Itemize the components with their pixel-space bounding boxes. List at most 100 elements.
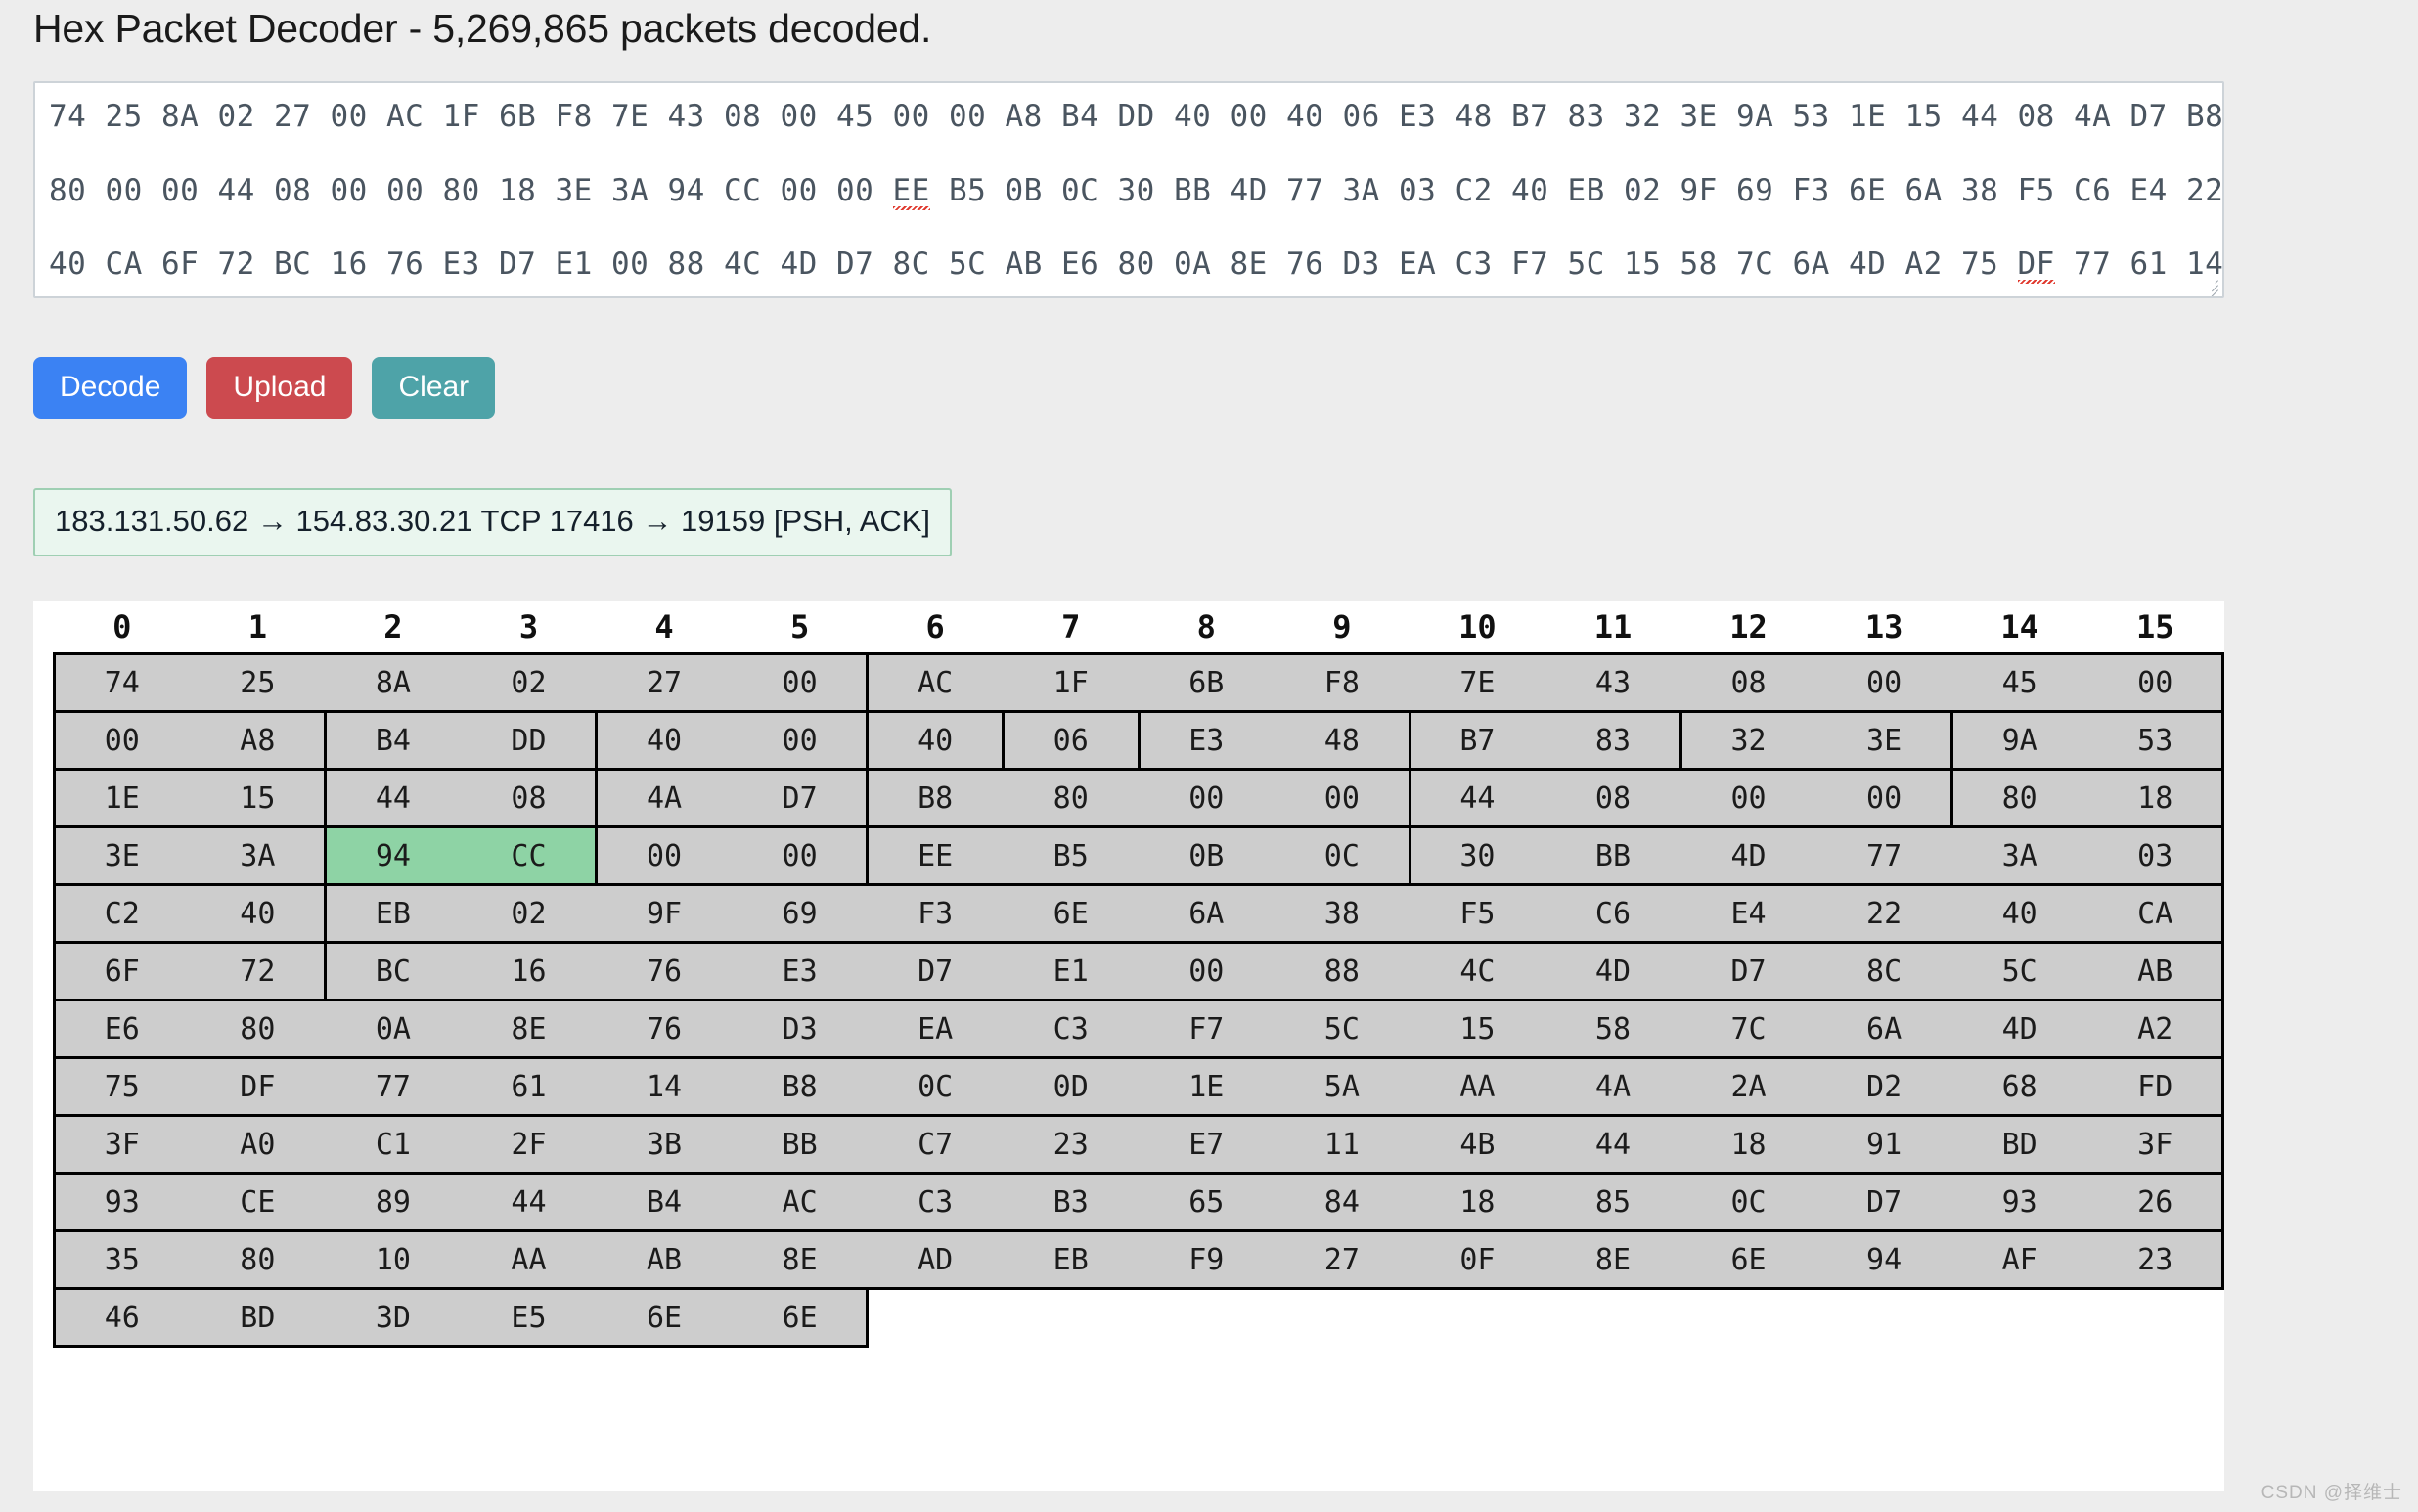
hex-cell[interactable]: B7 xyxy=(1408,711,1545,771)
hex-cell[interactable]: 44 xyxy=(1545,1115,1681,1175)
hex-cell[interactable]: 02 xyxy=(461,884,597,944)
hex-cell[interactable]: 4D xyxy=(1680,826,1816,886)
hex-cell[interactable]: 9A xyxy=(1949,711,2087,771)
hex-cell[interactable]: 5C xyxy=(1951,942,2087,1001)
hex-cell[interactable]: 7E xyxy=(1410,652,1545,713)
hex-cell[interactable]: B4 xyxy=(596,1173,733,1232)
hex-cell[interactable]: 02 xyxy=(461,652,597,713)
hex-cell[interactable]: 48 xyxy=(1274,711,1411,771)
hex-cell[interactable]: 74 xyxy=(53,652,191,713)
hex-cell[interactable]: C7 xyxy=(867,1115,1004,1175)
textarea-resize-handle[interactable] xyxy=(2199,273,2220,296)
hex-cell[interactable]: 8A xyxy=(325,652,462,713)
hex-cell[interactable]: 00 xyxy=(595,826,733,886)
hex-cell[interactable]: 18 xyxy=(1680,1115,1816,1175)
hex-cell[interactable]: B8 xyxy=(866,769,1004,828)
hex-cell[interactable]: 76 xyxy=(596,942,733,1001)
hex-cell[interactable]: FD xyxy=(2086,1057,2224,1117)
hex-cell[interactable]: AA xyxy=(461,1230,597,1290)
hex-cell[interactable]: C2 xyxy=(53,884,191,944)
hex-cell[interactable]: 3E xyxy=(53,826,191,886)
hex-cell[interactable]: 65 xyxy=(1139,1173,1275,1232)
hex-cell[interactable]: 85 xyxy=(1545,1173,1681,1232)
hex-cell[interactable]: 0F xyxy=(1410,1230,1545,1290)
hex-cell[interactable]: AB xyxy=(2086,942,2224,1001)
hex-cell[interactable]: 1E xyxy=(1139,1057,1275,1117)
hex-cell[interactable]: D2 xyxy=(1815,1057,1952,1117)
hex-cell[interactable]: 9F xyxy=(596,884,733,944)
hex-cell[interactable]: C6 xyxy=(1545,884,1681,944)
hex-cell[interactable]: E1 xyxy=(1003,942,1139,1001)
hex-cell[interactable]: 00 xyxy=(2086,652,2224,713)
hex-cell[interactable]: CA xyxy=(2086,884,2224,944)
hex-cell[interactable]: 80 xyxy=(190,1230,326,1290)
hex-cell[interactable]: 5A xyxy=(1274,1057,1410,1117)
hex-cell[interactable]: B3 xyxy=(1003,1173,1139,1232)
hex-cell[interactable]: 3A xyxy=(1951,826,2087,886)
hex-cell[interactable]: E3 xyxy=(1137,711,1275,771)
hex-cell[interactable]: B5 xyxy=(1003,826,1139,886)
hex-cell[interactable]: 77 xyxy=(325,1057,462,1117)
hex-cell[interactable]: F7 xyxy=(1139,1000,1275,1059)
hex-cell[interactable]: CE xyxy=(190,1173,326,1232)
hex-cell[interactable]: 69 xyxy=(732,884,868,944)
hex-cell[interactable]: 68 xyxy=(1951,1057,2087,1117)
hex-input-textarea[interactable]: 74 25 8A 02 27 00 AC 1F 6B F8 7E 43 08 0… xyxy=(33,81,2224,298)
hex-cell[interactable]: 03 xyxy=(2086,826,2224,886)
hex-cell[interactable]: 8E xyxy=(1545,1230,1681,1290)
hex-cell[interactable]: BB xyxy=(732,1115,868,1175)
hex-cell[interactable]: 84 xyxy=(1274,1173,1410,1232)
hex-cell[interactable]: 1F xyxy=(1003,652,1139,713)
hex-cell[interactable]: 00 xyxy=(1274,769,1411,828)
hex-cell[interactable]: 75 xyxy=(53,1057,191,1117)
hex-cell[interactable]: 4B xyxy=(1410,1115,1545,1175)
hex-cell[interactable]: 32 xyxy=(1679,711,1816,771)
hex-cell[interactable]: DF xyxy=(190,1057,326,1117)
hex-cell[interactable]: 93 xyxy=(1951,1173,2087,1232)
hex-cell[interactable]: CC xyxy=(461,826,599,886)
hex-cell[interactable]: 83 xyxy=(1545,711,1682,771)
hex-cell[interactable]: 11 xyxy=(1274,1115,1410,1175)
hex-cell[interactable]: 6E xyxy=(1003,884,1139,944)
hex-cell[interactable]: D3 xyxy=(732,1000,868,1059)
hex-cell[interactable]: 1E xyxy=(53,769,191,828)
hex-cell[interactable]: 8E xyxy=(461,1000,597,1059)
hex-cell[interactable]: 44 xyxy=(324,769,462,828)
hex-cell[interactable]: 4A xyxy=(595,769,733,828)
hex-cell[interactable]: 5C xyxy=(1274,1000,1410,1059)
hex-cell[interactable]: 00 xyxy=(1139,769,1275,828)
hex-cell[interactable]: E3 xyxy=(732,942,868,1001)
hex-cell[interactable]: 6A xyxy=(1139,884,1275,944)
hex-cell[interactable]: B8 xyxy=(732,1057,868,1117)
upload-button[interactable]: Upload xyxy=(206,357,353,419)
hex-cell[interactable]: 0D xyxy=(1003,1057,1139,1117)
hex-cell[interactable]: 7C xyxy=(1680,1000,1816,1059)
hex-cell[interactable]: 58 xyxy=(1545,1000,1681,1059)
hex-cell[interactable]: 16 xyxy=(461,942,597,1001)
hex-cell[interactable]: 22 xyxy=(1815,884,1952,944)
hex-cell[interactable]: 8C xyxy=(1815,942,1952,1001)
hex-cell[interactable]: AC xyxy=(866,652,1004,713)
hex-cell[interactable]: 00 xyxy=(1815,769,1953,828)
clear-button[interactable]: Clear xyxy=(372,357,496,419)
hex-cell[interactable]: F3 xyxy=(867,884,1004,944)
hex-cell[interactable]: F9 xyxy=(1139,1230,1275,1290)
hex-cell[interactable]: C3 xyxy=(867,1173,1004,1232)
hex-cell[interactable]: F8 xyxy=(1274,652,1410,713)
hex-cell[interactable]: DD xyxy=(461,711,599,771)
hex-cell[interactable]: 40 xyxy=(190,884,328,944)
hex-cell[interactable]: 26 xyxy=(2086,1173,2224,1232)
hex-cell[interactable]: 4D xyxy=(1951,1000,2087,1059)
hex-cell[interactable]: 2F xyxy=(461,1115,597,1175)
hex-cell[interactable]: 25 xyxy=(190,652,326,713)
hex-cell[interactable]: AD xyxy=(867,1230,1004,1290)
hex-cell[interactable]: AF xyxy=(1951,1230,2087,1290)
hex-cell[interactable]: 38 xyxy=(1274,884,1410,944)
hex-cell[interactable]: 3F xyxy=(2086,1115,2224,1175)
hex-cell[interactable]: 18 xyxy=(1410,1173,1545,1232)
hex-cell[interactable]: 80 xyxy=(190,1000,326,1059)
hex-cell[interactable]: 0A xyxy=(325,1000,462,1059)
hex-cell[interactable]: EA xyxy=(867,1000,1004,1059)
hex-cell[interactable]: 89 xyxy=(325,1173,462,1232)
hex-cell[interactable]: 45 xyxy=(1951,652,2087,713)
